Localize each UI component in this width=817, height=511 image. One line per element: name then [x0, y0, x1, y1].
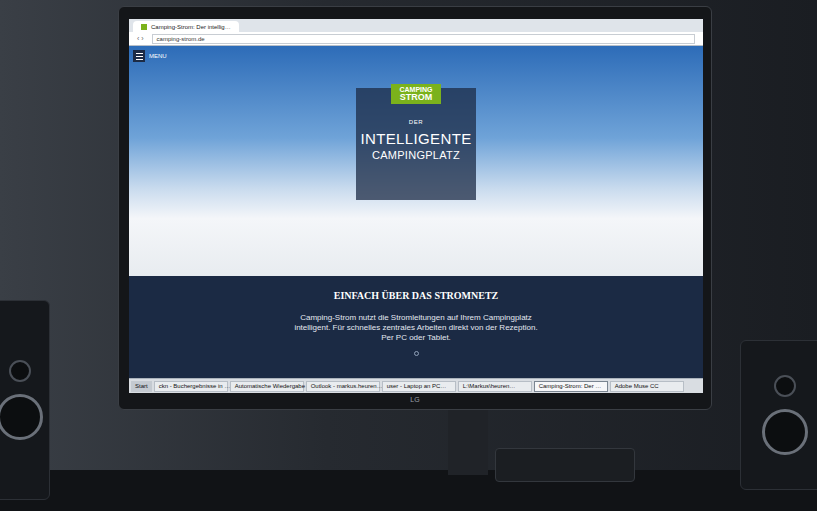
taskbar-item[interactable]: L:\Markus\heuren… [458, 381, 532, 392]
logo: CAMPINGSTROM [391, 84, 440, 104]
taskbar-item[interactable]: Camping-Strom: Der … [534, 381, 608, 392]
address-bar[interactable]: camping-strom.de [152, 34, 695, 44]
hero-title-panel: CAMPINGSTROMDERINTELLIGENTECAMPINGPLATZ [356, 88, 476, 200]
monitor-stand [448, 405, 488, 475]
speaker-woofer-icon [762, 409, 808, 455]
taskbar-item[interactable]: Outlook - markus.heuren… [306, 381, 380, 392]
browser-tab[interactable]: Camping-Strom: Der intellig… [133, 21, 239, 32]
taskbar: Startckn - Buchergebnisse in …Automatisc… [129, 378, 703, 393]
menu-button[interactable]: MENU [133, 50, 167, 62]
desk [0, 470, 817, 511]
speaker-tweeter-icon [774, 375, 796, 397]
browser-chrome: Camping-Strom: Der intellig… ‹ › camping-s… [129, 19, 703, 46]
favicon-icon [141, 24, 147, 30]
taskbar-item[interactable]: Adobe Muse CC [610, 381, 684, 392]
taskbar-item[interactable]: ckn - Buchergebnisse in … [154, 381, 228, 392]
desk-device [495, 448, 635, 482]
start-button[interactable]: Start [131, 381, 152, 392]
speaker-tweeter-icon [9, 360, 31, 382]
speaker-woofer-icon [0, 394, 43, 440]
monitor: Camping-Strom: Der intellig… ‹ › camping-s… [118, 6, 712, 410]
nav-icon[interactable]: ‹ › [137, 35, 144, 42]
screen: Camping-Strom: Der intellig… ‹ › camping-s… [129, 19, 703, 393]
intro-section: EINFACH ÜBER DAS STROMNETZCamping-Strom … [129, 276, 703, 378]
left-speaker [0, 300, 50, 500]
photo-scene: Camping-Strom: Der intellig… ‹ › camping-s… [0, 0, 817, 511]
monitor-brand: LG [410, 395, 419, 406]
hero: MENU CAMPINGSTROMDERINTELLIGENTECAMPINGPL… [129, 46, 703, 276]
right-speaker [740, 340, 817, 490]
connector-dot-icon [414, 351, 419, 356]
taskbar-item[interactable]: user - Laptop an PC… [382, 381, 456, 392]
taskbar-item[interactable]: Automatische Wiedergabe [230, 381, 304, 392]
